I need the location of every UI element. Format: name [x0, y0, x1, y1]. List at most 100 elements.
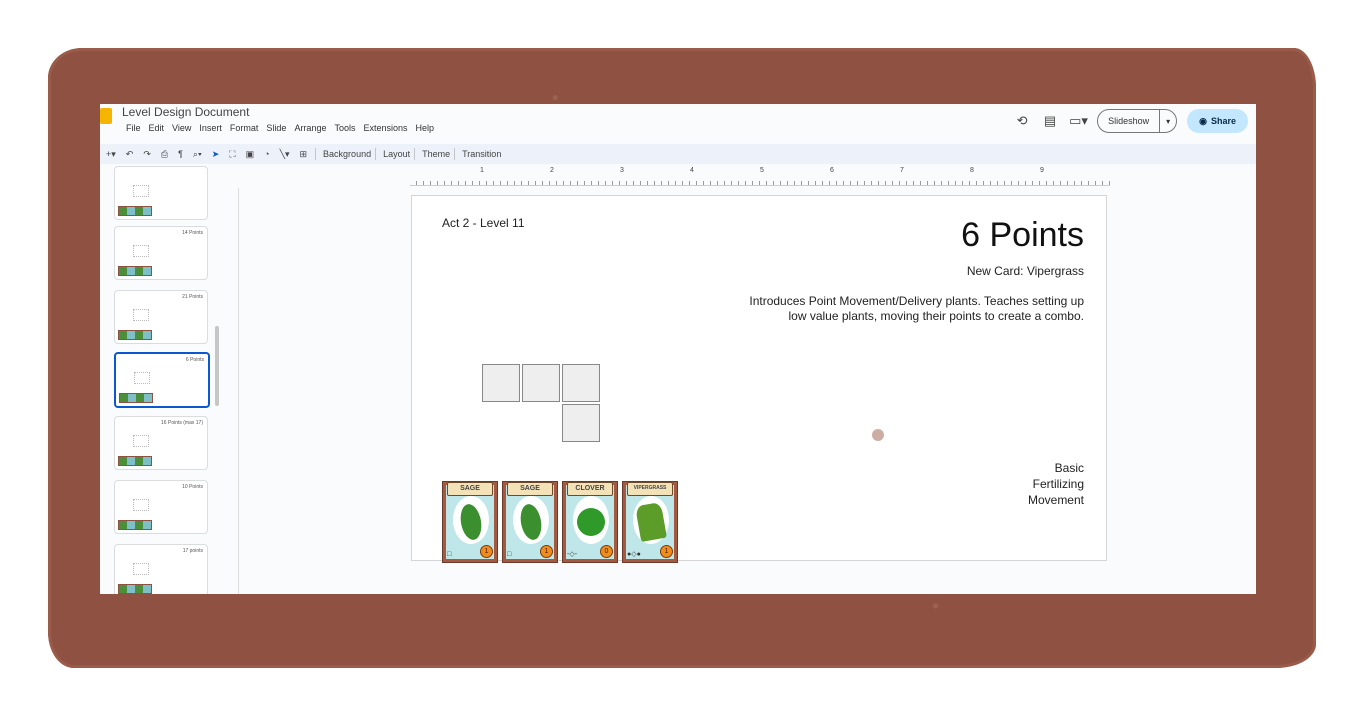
- camera-icon[interactable]: ▭▾: [1069, 113, 1088, 129]
- slides-logo-icon[interactable]: [100, 108, 112, 124]
- plant-card[interactable]: VIPERGRASS 1 ●◇●: [622, 481, 678, 563]
- tag-item: Basic: [1054, 461, 1084, 475]
- menu-help[interactable]: Help: [412, 123, 439, 133]
- card-value: 1: [540, 545, 553, 558]
- mechanic-tags[interactable]: Basic Fertilizing Movement: [1028, 460, 1084, 508]
- chevron-down-icon[interactable]: ▾: [1160, 117, 1176, 126]
- slide-thumbnail[interactable]: 21 Points: [114, 290, 208, 344]
- card-value: 0: [600, 545, 613, 558]
- comment-icon[interactable]: ▤: [1041, 113, 1059, 129]
- slide-canvas[interactable]: Act 2 - Level 11 6 Points New Card: Vipe…: [412, 196, 1106, 563]
- card-value: 1: [480, 545, 493, 558]
- thumbnail-grid: [133, 185, 149, 197]
- thumbnail-title: 14 Points: [182, 230, 203, 236]
- grid-tile[interactable]: [562, 364, 600, 402]
- thumbnail-title: 21 Points: [182, 294, 203, 300]
- ruler-tick: 1: [480, 167, 484, 174]
- ruler-tick: 4: [690, 167, 694, 174]
- card-name: SAGE: [507, 482, 553, 496]
- layout-button[interactable]: Layout: [383, 149, 410, 159]
- menu-tools[interactable]: Tools: [330, 123, 359, 133]
- thumbnail-cards: [118, 206, 152, 216]
- new-slide-icon[interactable]: +▾: [106, 149, 116, 160]
- slide-thumbnail[interactable]: 17 points: [114, 544, 208, 594]
- menu-extensions[interactable]: Extensions: [359, 123, 411, 133]
- print-icon[interactable]: ⎙: [161, 149, 168, 160]
- share-button[interactable]: ◉ Share: [1187, 109, 1248, 133]
- slide-thumbnail-selected[interactable]: 6 Points: [114, 352, 210, 408]
- menu-bar: File Edit View Insert Format Slide Arran…: [122, 123, 438, 133]
- menu-file[interactable]: File: [122, 123, 145, 133]
- transition-button[interactable]: Transition: [462, 149, 501, 159]
- line-icon[interactable]: ╲▾: [280, 149, 290, 160]
- menu-view[interactable]: View: [168, 123, 195, 133]
- level-label[interactable]: Act 2 - Level 11: [442, 216, 525, 230]
- thumbnail-grid: [133, 499, 149, 511]
- select-icon[interactable]: ➤: [212, 149, 220, 160]
- background-button[interactable]: Background: [323, 149, 371, 159]
- menu-format[interactable]: Format: [226, 123, 263, 133]
- level-description[interactable]: Introduces Point Movement/Delivery plant…: [744, 294, 1084, 324]
- new-card-label[interactable]: New Card: Vipergrass: [967, 264, 1084, 278]
- thumbnail-cards: [118, 584, 152, 594]
- ruler-tick: 5: [760, 167, 764, 174]
- share-label: Share: [1210, 116, 1236, 126]
- vertical-ruler: [230, 188, 239, 594]
- ruler-tick: 2: [550, 167, 554, 174]
- card-name: SAGE: [447, 482, 493, 496]
- menu-edit[interactable]: Edit: [145, 123, 169, 133]
- thumbnail-cards: [118, 266, 152, 276]
- thumbnail-title: 10 Points: [182, 484, 203, 490]
- card-name: VIPERGRASS: [627, 482, 673, 496]
- toolbar: +▾ ↶ ↷ ⎙ ¶ ⌕▾ ➤ ⛶ ▣ ◔ ╲▾ ⊞ Background La…: [100, 144, 1256, 164]
- plant-card[interactable]: SAGE 1 □: [442, 481, 498, 563]
- thumbnail-title: 17 points: [182, 548, 203, 554]
- frame-icon[interactable]: ⛶: [229, 149, 235, 160]
- grid-tile[interactable]: [482, 364, 520, 402]
- theme-button[interactable]: Theme: [422, 149, 450, 159]
- card-symbol-icon: □: [447, 551, 452, 558]
- ruler-tick: 3: [620, 167, 624, 174]
- thumbnail-title: 16 Points (max 17): [161, 420, 203, 426]
- card-symbol-icon: □: [507, 551, 512, 558]
- slide-thumbnail[interactable]: 10 Points: [114, 480, 208, 534]
- slide-thumbnail[interactable]: 14 Points: [114, 226, 208, 280]
- zoom-icon[interactable]: ⌕▾: [193, 149, 202, 160]
- toolbar-divider: [454, 148, 456, 160]
- thumbnail-cards: [118, 520, 152, 530]
- menu-insert[interactable]: Insert: [195, 123, 226, 133]
- redo-icon[interactable]: ↷: [143, 149, 151, 160]
- app-window: Level Design Document File Edit View Ins…: [100, 104, 1256, 594]
- history-icon[interactable]: ⟲: [1013, 113, 1031, 129]
- slide-thumbnail[interactable]: 16 Points (max 17): [114, 416, 208, 470]
- paint-format-icon[interactable]: ¶: [178, 149, 183, 159]
- globe-icon: ◉: [1199, 115, 1207, 126]
- menu-slide[interactable]: Slide: [262, 123, 290, 133]
- thumbnail-cards: [119, 393, 153, 403]
- filmstrip-scrollbar[interactable]: [215, 326, 219, 406]
- grid-tile[interactable]: [522, 364, 560, 402]
- ruler-tick: 8: [970, 167, 974, 174]
- cursor-dot: [872, 429, 884, 441]
- slide-thumbnail[interactable]: [114, 166, 208, 220]
- thumbnail-grid: [133, 309, 149, 321]
- slideshow-button[interactable]: Slideshow ▾: [1097, 109, 1178, 133]
- points-title[interactable]: 6 Points: [961, 216, 1084, 255]
- card-name: CLOVER: [567, 482, 613, 496]
- document-title[interactable]: Level Design Document: [122, 105, 249, 119]
- comment-add-icon[interactable]: ⊞: [300, 149, 308, 160]
- plant-card[interactable]: SAGE 1 □: [502, 481, 558, 563]
- menu-arrange[interactable]: Arrange: [290, 123, 330, 133]
- ruler-tick: 9: [1040, 167, 1044, 174]
- image-icon[interactable]: ▣: [246, 149, 255, 160]
- slideshow-label[interactable]: Slideshow: [1098, 110, 1161, 132]
- toolbar-divider: [375, 148, 377, 160]
- ruler-tick: 7: [900, 167, 904, 174]
- plant-card[interactable]: CLOVER 0 -◇-: [562, 481, 618, 563]
- thumbnail-cards: [118, 456, 152, 466]
- undo-icon[interactable]: ↶: [126, 149, 134, 160]
- shape-icon[interactable]: ◔: [264, 149, 269, 159]
- thumbnail-grid: [134, 372, 150, 384]
- toolbar-divider: [315, 148, 317, 160]
- grid-tile[interactable]: [562, 404, 600, 442]
